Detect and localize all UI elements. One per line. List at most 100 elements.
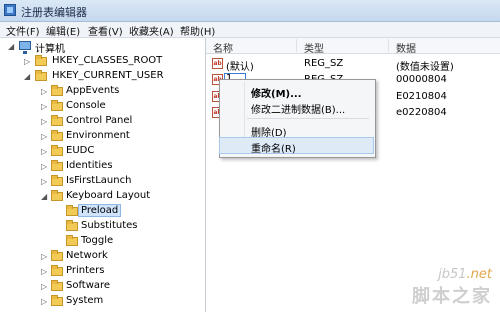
tree-item-printers[interactable]: ▷ Printers — [0, 265, 200, 279]
menu-item-rename[interactable]: 重命名(R) — [219, 137, 374, 155]
expand-arrow-icon[interactable]: ▷ — [24, 58, 31, 66]
tree-label: AppEvents — [66, 85, 120, 96]
tree-item-hkey-classes-root[interactable]: ▷ HKEY_CLASSES_ROOT — [0, 55, 200, 69]
tree-item-keyboard-layout[interactable]: ◢ Keyboard Layout — [0, 190, 200, 204]
folder-icon — [51, 85, 63, 96]
collapse-arrow-icon[interactable]: ◢ — [8, 43, 15, 51]
tree-label: Toggle — [81, 235, 114, 246]
column-data[interactable]: 数据 — [396, 40, 416, 55]
context-menu: 修改(M)... 修改二进制数据(B)... 删除(D) 重命名(R) — [219, 79, 376, 158]
tree-item-system[interactable]: ▷ System — [0, 295, 200, 309]
watermark-name: 脚本之家 — [412, 286, 492, 307]
tree-item-eudc[interactable]: ▷ EUDC — [0, 145, 200, 159]
folder-icon — [51, 130, 63, 141]
watermark-site: jb51 — [438, 267, 467, 282]
column-type[interactable]: 类型 — [304, 40, 324, 55]
tree-item-network[interactable]: ▷ Network — [0, 250, 200, 264]
watermark: jb51.net 脚本之家 — [412, 267, 492, 308]
tree-label: Substitutes — [81, 220, 138, 231]
tree-label: IsFirstLaunch — [66, 175, 132, 186]
menu-view[interactable]: 查看(V) — [88, 23, 123, 38]
tree-label: Printers — [66, 265, 105, 276]
menu-edit[interactable]: 编辑(E) — [46, 23, 80, 38]
column-divider[interactable] — [388, 39, 389, 52]
menu-item-modify[interactable]: 修改(M)... — [220, 83, 373, 100]
tree-label: 计算机 — [35, 44, 65, 55]
expand-arrow-icon[interactable]: ▷ — [41, 103, 48, 111]
value-data: e0220804 — [396, 107, 447, 118]
tree-item-hkey-current-user[interactable]: ◢ HKEY_CURRENT_USER — [0, 70, 200, 84]
menu-file[interactable]: 文件(F) — [6, 23, 40, 38]
watermark-tld: .net — [466, 267, 492, 282]
tree-label: Identities — [66, 160, 113, 171]
folder-icon — [51, 160, 63, 171]
folder-icon — [51, 115, 63, 126]
menu-favorites[interactable]: 收藏夹(A) — [129, 23, 174, 38]
folder-icon — [66, 220, 78, 231]
tree-item-isfirstlaunch[interactable]: ▷ IsFirstLaunch — [0, 175, 200, 189]
tree-item-console[interactable]: ▷ Console — [0, 100, 200, 114]
tree-label: System — [66, 295, 104, 306]
folder-icon — [51, 145, 63, 156]
folder-open-icon — [35, 70, 47, 81]
folder-open-icon — [66, 205, 78, 216]
tree-item-appevents[interactable]: ▷ AppEvents — [0, 85, 200, 99]
registry-tree[interactable]: ◢ 计算机 ▷ HKEY_CLASSES_ROOT ◢ HKEY_CURRENT… — [0, 38, 206, 312]
tree-item-identities[interactable]: ▷ Identities — [0, 160, 200, 174]
tree-item-preload[interactable]: Preload — [0, 204, 200, 219]
expand-arrow-icon[interactable]: ▷ — [41, 283, 48, 291]
menu-item-label: 删除(D) — [251, 128, 287, 139]
tree-item-computer[interactable]: ◢ 计算机 — [0, 40, 200, 55]
menu-item-delete[interactable]: 删除(D) — [220, 122, 373, 139]
regedit-icon — [4, 4, 16, 16]
tree-item-control-panel[interactable]: ▷ Control Panel — [0, 115, 200, 129]
menu-bar: 文件(F) 编辑(E) 查看(V) 收藏夹(A) 帮助(H) — [0, 22, 500, 38]
tree-label: Network — [66, 250, 108, 261]
value-type: REG_SZ — [304, 58, 344, 69]
column-header: 名称 类型 数据 — [206, 38, 500, 55]
column-divider[interactable] — [296, 39, 297, 52]
folder-icon — [35, 55, 47, 66]
tree-label: Keyboard Layout — [66, 190, 151, 201]
folder-icon — [51, 265, 63, 276]
tree-label-selected: Preload — [77, 204, 122, 217]
tree-item-substitutes[interactable]: Substitutes — [0, 220, 200, 234]
expand-arrow-icon[interactable]: ▷ — [41, 178, 48, 186]
column-name[interactable]: 名称 — [213, 40, 233, 55]
tree-label: Software — [66, 280, 111, 291]
folder-icon — [51, 100, 63, 111]
menu-help[interactable]: 帮助(H) — [180, 23, 215, 38]
string-value-icon: ab — [212, 58, 223, 69]
expand-arrow-icon[interactable]: ▷ — [41, 163, 48, 171]
tree-label: HKEY_CURRENT_USER — [52, 70, 164, 81]
collapse-arrow-icon[interactable]: ◢ — [24, 73, 31, 81]
menu-item-label: 修改二进制数据(B)... — [251, 105, 346, 116]
expand-arrow-icon[interactable]: ▷ — [41, 253, 48, 261]
tree-label: Control Panel — [66, 115, 133, 126]
collapse-arrow-icon[interactable]: ◢ — [41, 193, 48, 201]
folder-open-icon — [51, 190, 63, 201]
tree-item-software[interactable]: ▷ Software — [0, 280, 200, 294]
computer-icon — [19, 41, 31, 54]
menu-item-label: 重命名(R) — [251, 144, 296, 155]
value-row-default[interactable]: ab (默认) REG_SZ (数值未设置) — [206, 55, 500, 73]
tree-item-toggle[interactable]: Toggle — [0, 235, 200, 249]
menu-item-modify-binary[interactable]: 修改二进制数据(B)... — [220, 99, 373, 116]
tree-label: Environment — [66, 130, 130, 141]
window-title: 注册表编辑器 — [21, 6, 87, 19]
expand-arrow-icon[interactable]: ▷ — [41, 268, 48, 276]
tree-label: EUDC — [66, 145, 95, 156]
expand-arrow-icon[interactable]: ▷ — [41, 88, 48, 96]
folder-icon — [51, 250, 63, 261]
expand-arrow-icon[interactable]: ▷ — [41, 298, 48, 306]
expand-arrow-icon[interactable]: ▷ — [41, 118, 48, 126]
expand-arrow-icon[interactable]: ▷ — [41, 148, 48, 156]
menu-item-label: 修改(M)... — [251, 89, 302, 100]
menu-separator — [247, 118, 369, 119]
watermark-url: jb51.net — [412, 267, 492, 282]
tree-item-environment[interactable]: ▷ Environment — [0, 130, 200, 144]
folder-icon — [66, 235, 78, 246]
tree-label: HKEY_CLASSES_ROOT — [52, 55, 163, 66]
expand-arrow-icon[interactable]: ▷ — [41, 133, 48, 141]
folder-icon — [51, 175, 63, 186]
